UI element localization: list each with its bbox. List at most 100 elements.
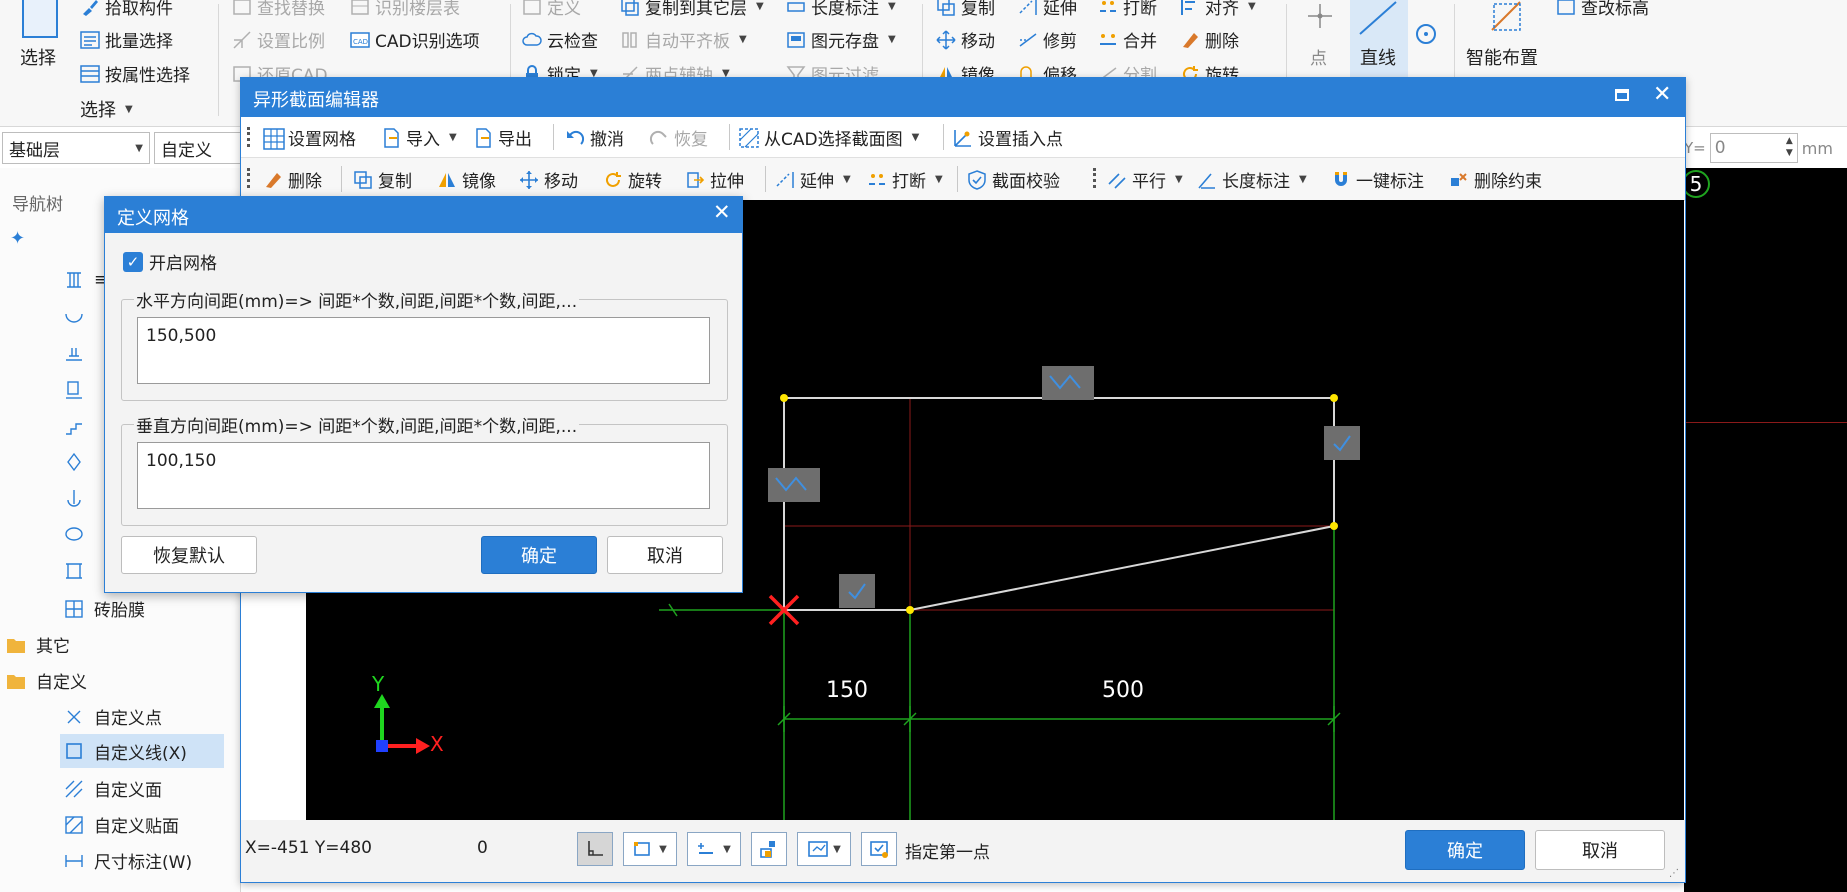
find-replace-button[interactable]: 查找替换	[232, 0, 325, 19]
one-key-dim-button[interactable]: 一键标注	[1331, 167, 1424, 192]
y-input[interactable]: 0 ▲ ▼	[1709, 133, 1798, 163]
sparkle-icon[interactable]: ✦	[10, 228, 25, 249]
delete-constraint-button[interactable]: 删除约束	[1449, 167, 1542, 192]
delete-button[interactable]: 删除	[263, 167, 322, 192]
enable-grid-checkbox[interactable]: ✓ 开启网格	[123, 249, 217, 274]
dimension-line	[777, 706, 1341, 732]
auto-flat-slab-button[interactable]: 自动平齐板 ▼	[620, 27, 747, 52]
nav-item-custom-point[interactable]: 自定义点	[64, 704, 162, 729]
close-icon[interactable]: ✕	[713, 200, 731, 224]
vertical-spacing-input[interactable]: 100,150	[137, 442, 710, 509]
stretch-button[interactable]: 拉伸	[685, 167, 744, 192]
pick-component-button[interactable]: 拾取构件	[80, 0, 173, 19]
merge-ribbon-button[interactable]: 合并	[1098, 27, 1157, 52]
cad-recognition-options-button[interactable]: CAD CAD识别选项	[350, 27, 480, 52]
ortho-toggle[interactable]	[577, 832, 613, 866]
editor-cancel-button[interactable]: 取消	[1535, 830, 1665, 870]
section-check-button[interactable]: 截面校验	[967, 167, 1060, 192]
nav-item-component-4[interactable]	[64, 380, 84, 400]
nav-item-component-9[interactable]	[64, 560, 84, 580]
delete-ribbon-button[interactable]: 删除	[1180, 27, 1239, 52]
main-drawing-area[interactable]: 5	[1682, 168, 1847, 892]
select-by-property-button[interactable]: 按属性选择	[80, 61, 190, 86]
restore-default-button[interactable]: 恢复默认	[121, 536, 257, 574]
copy-button[interactable]: 复制	[353, 167, 412, 192]
nav-category-other[interactable]: 其它	[6, 632, 70, 657]
offset-snap-icon	[697, 839, 719, 859]
nav-item-custom-surface[interactable]: 自定义面	[64, 776, 162, 801]
set-insert-point-button[interactable]: 设置插入点	[953, 125, 1063, 150]
spinner-icon[interactable]: ▲ ▼	[1786, 135, 1793, 159]
rotate-button[interactable]: 旋转	[603, 167, 662, 192]
extend-ribbon-button[interactable]: 延伸	[1018, 0, 1077, 19]
nav-item-component-7[interactable]	[64, 488, 84, 508]
table-icon	[80, 64, 100, 84]
set-grid-button[interactable]: 设置网格	[263, 125, 356, 150]
extend-icon	[1018, 0, 1038, 17]
hint-toggle[interactable]	[861, 832, 897, 866]
line-draw-button[interactable]: 直线	[1350, 0, 1408, 78]
nav-category-custom[interactable]: 自定义	[6, 668, 87, 693]
shield-check-icon	[967, 169, 987, 190]
layer-toggle[interactable]	[751, 832, 787, 866]
break-button[interactable]: 打断 ▼	[867, 167, 943, 192]
ellipse-icon	[64, 524, 84, 544]
horizontal-spacing-input[interactable]: 150,500	[137, 317, 710, 384]
nav-item-component-8[interactable]	[64, 524, 84, 544]
maximize-icon[interactable]	[1615, 89, 1629, 101]
snap-box-toggle[interactable]: ▼	[623, 832, 677, 866]
custom-line-icon	[64, 741, 84, 761]
view-elevation-button[interactable]: 查改标高	[1556, 0, 1649, 19]
element-archive-button[interactable]: 图元存盘 ▼	[786, 27, 896, 52]
length-dim-button[interactable]: 长度标注 ▼	[1197, 167, 1307, 192]
constraint-markers[interactable]	[768, 366, 1360, 608]
nav-item-component-5[interactable]	[64, 416, 84, 436]
type-select-value: 自定义	[161, 140, 212, 161]
import-button[interactable]: 导入 ▼	[381, 125, 457, 150]
copy-to-other-floor-button[interactable]: 复制到其它层 ▼	[620, 0, 764, 19]
extend-button[interactable]: 延伸 ▼	[775, 167, 851, 192]
dialog-ok-button[interactable]: 确定	[481, 536, 597, 574]
import-icon	[381, 127, 401, 148]
select-big-button[interactable]: 选择	[14, 0, 68, 70]
dialog-cancel-button[interactable]: 取消	[607, 536, 723, 574]
break-ribbon-button[interactable]: 打断	[1098, 0, 1157, 19]
move-button[interactable]: 移动	[519, 167, 578, 192]
cloud-check-button[interactable]: 云检查	[522, 27, 598, 52]
length-dim-ribbon-button[interactable]: 长度标注 ▼	[786, 0, 896, 19]
nav-item-dimension[interactable]: 尺寸标注(W)	[64, 848, 192, 873]
smart-layout-button[interactable]: 智能布置	[1466, 0, 1556, 70]
resize-grip-icon[interactable]: ⋰	[1669, 868, 1679, 879]
batch-select-button[interactable]: 批量选择	[80, 27, 173, 52]
close-icon[interactable]: ✕	[1653, 82, 1671, 107]
find-replace-icon	[232, 0, 252, 17]
redo-button[interactable]: 恢复	[649, 125, 708, 150]
define-button[interactable]: 定义	[522, 0, 581, 19]
nav-item-component-3[interactable]	[64, 344, 84, 364]
editor-ok-button[interactable]: 确定	[1405, 830, 1525, 870]
nav-item-component-6[interactable]	[64, 452, 84, 472]
from-cad-button[interactable]: 从CAD选择截面图 ▼	[739, 125, 919, 150]
identify-floor-table-button[interactable]: 识别楼层表	[350, 0, 460, 19]
export-button[interactable]: 导出	[473, 125, 532, 150]
point-draw-button[interactable]: 点	[1296, 0, 1340, 70]
group-select-label[interactable]: 选择 ▼	[80, 96, 133, 122]
mirror-button[interactable]: 镜像	[437, 167, 496, 192]
type-select[interactable]: 自定义	[154, 132, 244, 164]
undo-button[interactable]: 撤消	[565, 125, 624, 150]
offset-toggle[interactable]: ▼	[687, 832, 741, 866]
display-toggle[interactable]: ▼	[797, 832, 851, 866]
nav-item-custom-paste[interactable]: 自定义贴面	[64, 812, 179, 837]
nav-item-component-1[interactable]: ≡	[64, 270, 108, 290]
floor-select[interactable]: 基础层 ▼	[2, 132, 150, 164]
circle-draw-button[interactable]	[1414, 22, 1440, 48]
copy-ribbon-button[interactable]: 复制	[936, 0, 995, 19]
move-ribbon-button[interactable]: 移动	[936, 27, 995, 52]
set-ratio-button[interactable]: 设置比例	[232, 27, 325, 52]
align-ribbon-button[interactable]: 对齐 ▼	[1180, 0, 1256, 19]
trim-ribbon-button[interactable]: 修剪	[1018, 27, 1077, 52]
parallel-button[interactable]: 平行 ▼	[1107, 167, 1183, 192]
nav-item-custom-line[interactable]: 自定义线(X)	[60, 734, 224, 768]
nav-item-component-2[interactable]	[64, 308, 84, 328]
nav-item-brick-mold[interactable]: 砖胎膜	[64, 596, 145, 621]
